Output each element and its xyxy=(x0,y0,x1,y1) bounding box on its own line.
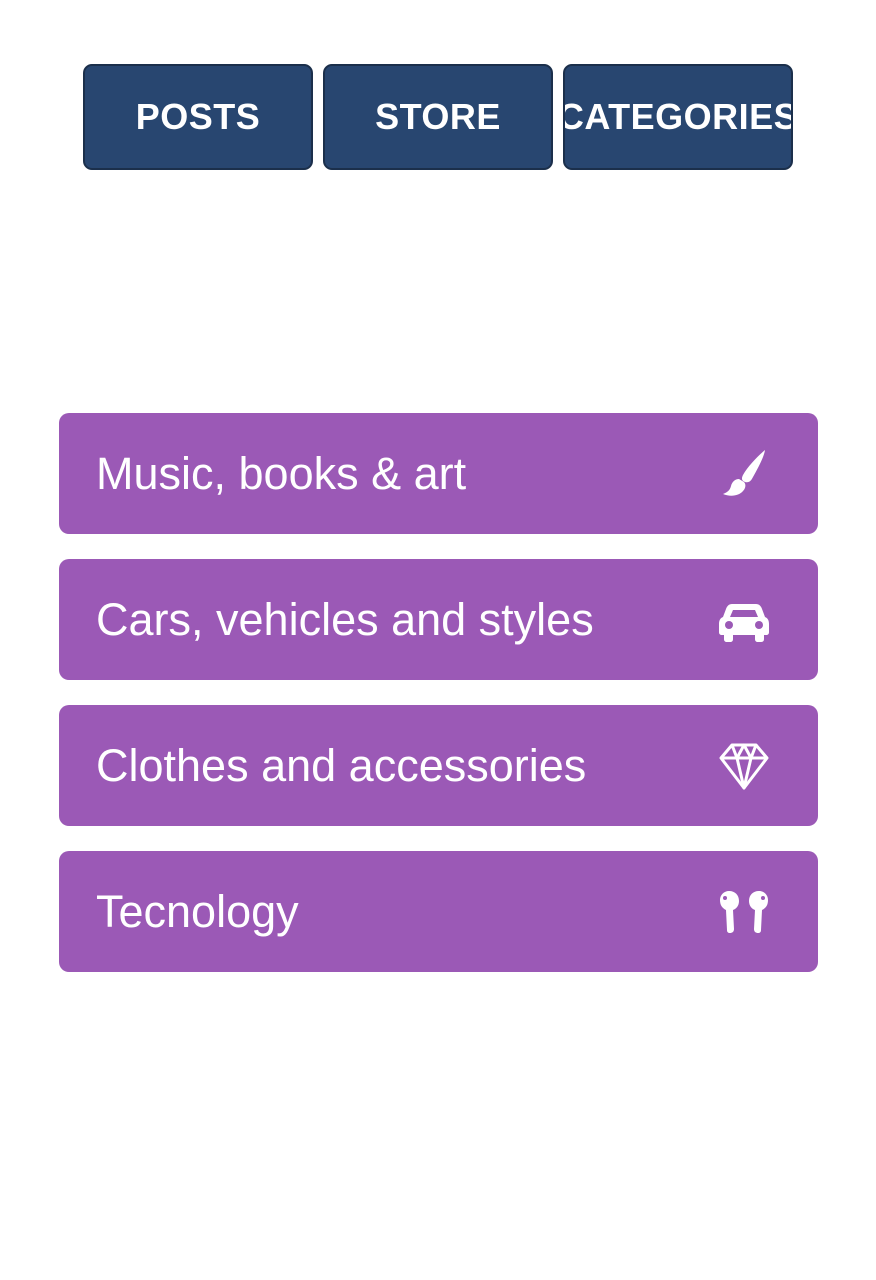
category-clothes-accessories[interactable]: Clothes and accessories xyxy=(59,705,818,826)
earbuds-icon xyxy=(718,886,770,938)
paintbrush-icon xyxy=(718,448,770,500)
category-cars-vehicles-styles[interactable]: Cars, vehicles and styles xyxy=(59,559,818,680)
category-label: Tecnology xyxy=(96,886,299,937)
categories-button-label: CATEGORIES xyxy=(563,96,793,137)
category-label: Clothes and accessories xyxy=(96,740,587,791)
top-navigation: POSTS STORE CATEGORIES xyxy=(83,64,793,170)
store-button-label: STORE xyxy=(375,96,501,137)
posts-button-label: POSTS xyxy=(135,96,261,137)
categories-button[interactable]: CATEGORIES xyxy=(563,64,793,170)
car-icon xyxy=(718,594,770,646)
category-label: Music, books & art xyxy=(96,448,467,499)
diamond-icon xyxy=(718,740,770,792)
category-music-books-art[interactable]: Music, books & art xyxy=(59,413,818,534)
category-tecnology[interactable]: Tecnology xyxy=(59,851,818,972)
store-button[interactable]: STORE xyxy=(323,64,553,170)
category-label: Cars, vehicles and styles xyxy=(96,594,594,645)
category-list: Music, books & art Cars, vehicles and st… xyxy=(59,413,818,972)
posts-button[interactable]: POSTS xyxy=(83,64,313,170)
